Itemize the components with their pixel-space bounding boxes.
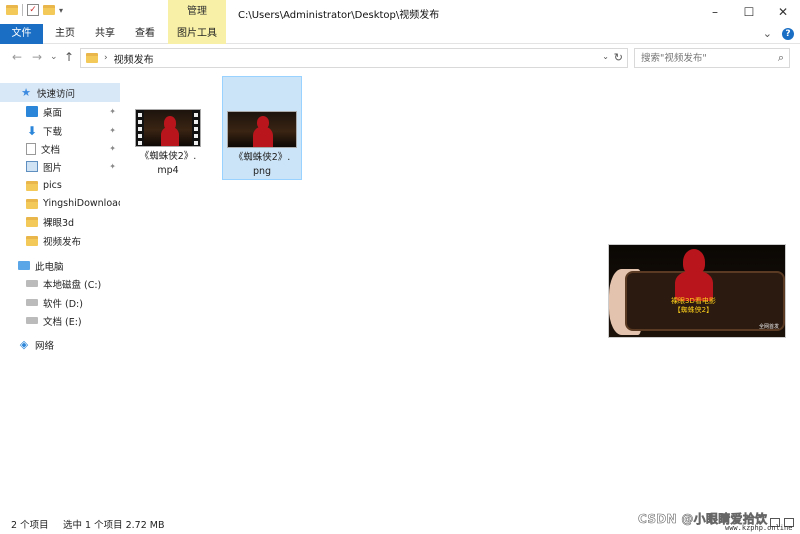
pictures-icon xyxy=(26,161,38,172)
tab-home[interactable]: 主页 xyxy=(48,24,82,44)
drive-icon xyxy=(26,280,38,287)
preview-image: 裸眼3D看电影 【蜘蛛侠2】 全网首发 xyxy=(608,244,786,338)
sidebar-item-label: 此电脑 xyxy=(35,261,64,273)
up-button[interactable]: ↑ xyxy=(64,50,74,64)
address-bar[interactable]: › 视频发布 ⌄ ↻ xyxy=(80,48,628,68)
sidebar-item-desktop[interactable]: 桌面 ✦ xyxy=(0,102,120,121)
close-button[interactable]: ✕ xyxy=(766,0,800,24)
folder-icon xyxy=(26,216,38,227)
sidebar-item-this-pc[interactable]: 此电脑 xyxy=(0,256,120,275)
file-item-image[interactable]: 《蜘蛛侠2》. png xyxy=(222,76,302,180)
sidebar-item-label: 裸眼3d xyxy=(43,217,75,229)
help-icon[interactable]: ? xyxy=(782,27,794,40)
sidebar-item-drive-d[interactable]: 软件 (D:) xyxy=(0,293,120,312)
folder-icon xyxy=(26,180,38,191)
sidebar-item-label: 视频发布 xyxy=(43,236,82,248)
preview-caption: 裸眼3D看电影 【蜘蛛侠2】 xyxy=(671,297,716,314)
sidebar-item-label: 快速访问 xyxy=(37,88,76,100)
watermark-url: www.kzphp.online xyxy=(725,524,793,532)
window-title: C:\Users\Administrator\Desktop\视频发布 xyxy=(238,10,440,21)
search-icon[interactable]: ⌕ xyxy=(778,51,784,65)
folder-icon xyxy=(26,198,38,209)
pin-icon: ✦ xyxy=(109,107,116,116)
sidebar-item-label: 文档 (E:) xyxy=(43,316,82,328)
search-box[interactable]: ⌕ xyxy=(634,48,790,68)
sidebar-item-video-publish[interactable]: 视频发布 xyxy=(0,231,120,250)
sidebar-item-luoyan3d[interactable]: 裸眼3d xyxy=(0,212,120,231)
address-dropdown-icon[interactable]: ⌄ xyxy=(602,52,609,61)
sidebar-item-network[interactable]: ◈ 网络 xyxy=(0,335,120,354)
tab-view[interactable]: 查看 xyxy=(128,24,162,44)
image-thumbnail xyxy=(227,111,297,148)
preview-corner-text: 全网首发 xyxy=(759,324,780,330)
recent-locations-button[interactable]: ⌄ xyxy=(50,52,58,62)
file-item-video[interactable]: 《蜘蛛侠2》. mp4 xyxy=(131,76,205,180)
sidebar-item-quick-access[interactable]: ★ 快速访问 xyxy=(0,83,120,102)
video-thumbnail xyxy=(135,109,201,147)
properties-icon[interactable]: ✓ xyxy=(27,4,39,16)
sidebar-item-label: YingshiDownload xyxy=(43,198,120,209)
folder-icon xyxy=(86,53,98,63)
tab-file[interactable]: 文件 xyxy=(0,24,43,44)
file-name: 《蜘蛛侠2》. xyxy=(139,151,197,162)
sidebar-item-label: 桌面 xyxy=(43,107,63,119)
sidebar-item-yingshidownload[interactable]: YingshiDownload xyxy=(0,194,120,213)
back-button[interactable]: ← xyxy=(12,50,22,64)
sidebar-item-pictures[interactable]: 图片 ✦ xyxy=(0,157,120,176)
desktop-icon xyxy=(26,106,38,117)
tab-share[interactable]: 共享 xyxy=(88,24,122,44)
title-bar: ✓ ▾ 管理 C:\Users\Administrator\Desktop\视频… xyxy=(0,0,800,24)
file-name: 《蜘蛛侠2》. xyxy=(233,152,291,163)
sidebar-item-label: 网络 xyxy=(35,340,55,352)
file-extension: mp4 xyxy=(157,165,179,176)
folder-icon xyxy=(26,235,38,246)
chevron-down-icon[interactable]: ⌄ xyxy=(763,27,772,40)
sidebar-item-downloads[interactable]: ⬇ 下载 ✦ xyxy=(0,121,120,140)
customize-toolbar-icon[interactable]: ▾ xyxy=(59,6,63,15)
sidebar-item-drive-e[interactable]: 文档 (E:) xyxy=(0,311,120,330)
sidebar-item-label: 文档 xyxy=(41,144,61,156)
maximize-button[interactable]: ☐ xyxy=(732,0,766,24)
sidebar-item-label: 图片 xyxy=(43,162,63,174)
sidebar-item-label: 软件 (D:) xyxy=(43,298,83,310)
new-folder-icon[interactable] xyxy=(43,5,55,15)
sidebar-item-label: pics xyxy=(43,180,62,191)
tab-picture-tools[interactable]: 图片工具 xyxy=(168,24,226,44)
sidebar-item-label: 本地磁盘 (C:) xyxy=(43,279,102,291)
pin-icon: ✦ xyxy=(109,144,116,153)
sidebar-item-label: 下载 xyxy=(43,126,63,138)
sidebar-item-drive-c[interactable]: 本地磁盘 (C:) xyxy=(0,274,120,293)
quick-access-toolbar: ✓ ▾ xyxy=(6,4,63,16)
address-text[interactable]: 视频发布 xyxy=(114,51,154,66)
document-icon xyxy=(26,142,36,155)
network-icon: ◈ xyxy=(19,338,29,351)
sidebar-item-pics[interactable]: pics xyxy=(0,176,120,195)
minimize-button[interactable]: – xyxy=(698,0,732,24)
forward-button[interactable]: → xyxy=(32,50,42,64)
ribbon-tabs: 文件 主页 共享 查看 图片工具 ⌄ ? xyxy=(0,24,800,44)
navigation-bar: ← → ⌄ ↑ › 视频发布 ⌄ ↻ ⌕ xyxy=(0,45,800,71)
context-tab-manage[interactable]: 管理 xyxy=(168,0,226,24)
pin-icon: ✦ xyxy=(109,162,116,171)
drive-icon xyxy=(26,317,38,324)
pin-icon: ✦ xyxy=(109,126,116,135)
download-icon: ⬇ xyxy=(26,123,38,138)
file-extension: png xyxy=(252,166,272,177)
item-count: 2 个项目 xyxy=(11,520,49,531)
selection-info: 选中 1 个项目 2.72 MB xyxy=(63,520,165,531)
folder-icon xyxy=(6,5,18,15)
refresh-button[interactable]: ↻ xyxy=(614,51,623,64)
sidebar-item-documents[interactable]: 文档 ✦ xyxy=(0,139,120,158)
search-input[interactable] xyxy=(635,49,765,67)
star-icon: ★ xyxy=(21,86,31,99)
toolbar-divider xyxy=(22,4,23,16)
chevron-right-icon[interactable]: › xyxy=(104,53,108,63)
drive-icon xyxy=(26,299,38,306)
computer-icon xyxy=(18,261,30,270)
navigation-pane: ★ 快速访问 桌面 ✦ ⬇ 下载 ✦ 文档 ✦ 图片 ✦ pics Yingsh… xyxy=(0,80,120,510)
